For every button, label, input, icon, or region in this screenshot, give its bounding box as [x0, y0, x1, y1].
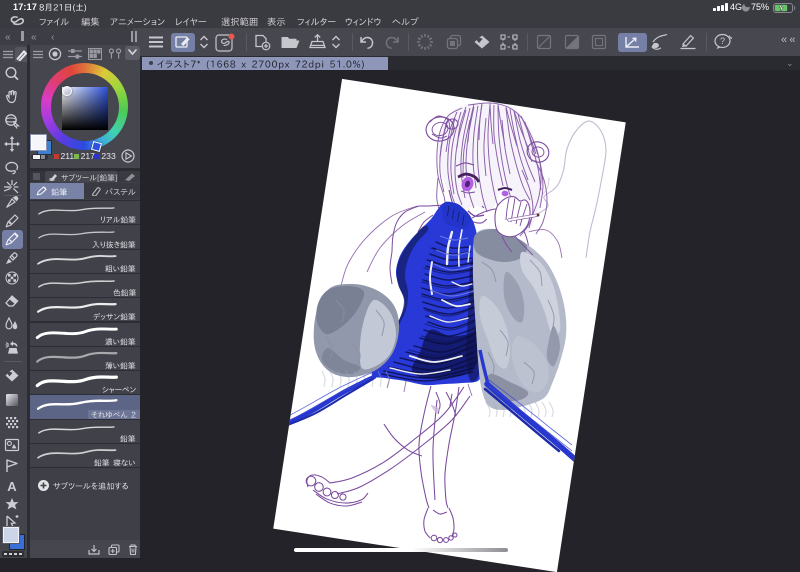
svg-text:?: ? — [720, 36, 725, 46]
svg-text:A: A — [7, 479, 17, 494]
